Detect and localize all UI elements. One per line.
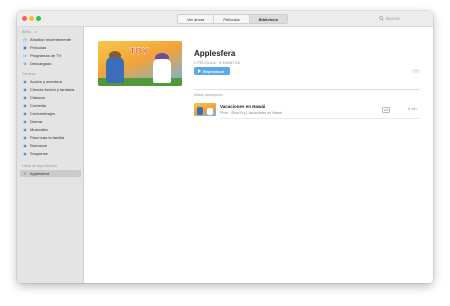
playlist-artwork: TOY — [98, 41, 182, 86]
app-window: Ver ahora Películas Biblioteca Buscar Bi… — [17, 11, 433, 283]
sidebar-section-playlists: Listas de reproducción — [22, 164, 58, 168]
tab-movies[interactable]: Películas — [214, 15, 250, 23]
add-description[interactable]: Añadir descripción — [194, 93, 223, 97]
sidebar-item-label: Acción y aventura — [30, 79, 62, 84]
tab-watch-now[interactable]: Ver ahora — [178, 15, 215, 23]
main-content: TOY Applesfera 1 PELÍCULA · 6 MINUTOS Re… — [84, 27, 433, 283]
divider — [194, 89, 420, 90]
sidebar-section-library[interactable]: Biblio... ∨ — [22, 30, 37, 34]
genre-icon: ◉ — [23, 86, 27, 92]
sidebar-item-label: Musicales — [30, 127, 48, 132]
search-field[interactable]: Buscar — [377, 15, 427, 23]
download-icon: ⊕ — [23, 60, 27, 66]
sidebar-item-label: Applesfera — [30, 171, 50, 176]
minimize-window-button[interactable] — [29, 16, 34, 21]
sidebar-item-playlist-applesfera[interactable]: ≡ Applesfera — [20, 170, 81, 177]
sidebar-item-label: Drama — [30, 119, 43, 124]
more-options-button[interactable]: ··· — [412, 69, 420, 73]
sidebar-item-tv-shows[interactable]: ▭ Programas de TV — [20, 52, 81, 59]
titlebar: Ver ahora Películas Biblioteca Buscar — [17, 11, 433, 27]
genre-icon: ◉ — [23, 134, 27, 140]
genre-icon: ◉ — [23, 110, 27, 116]
hd-badge: HD — [382, 107, 391, 113]
page-title: Applesfera — [194, 49, 236, 58]
sidebar-item-label: Comedia — [30, 103, 47, 108]
sidebar-item-genre[interactable]: ◉ Drama — [20, 118, 81, 125]
view-switcher: Ver ahora Películas Biblioteca — [177, 14, 288, 24]
row-divider — [220, 118, 420, 119]
sidebar-item-label: Clásicos — [30, 95, 46, 100]
sidebar-item-genre[interactable]: ◉ Cortometrajes — [20, 110, 81, 117]
sidebar-item-genre[interactable]: ◉ Ciencia ficción y fantasía — [20, 86, 81, 93]
genre-icon: ◉ — [23, 94, 27, 100]
sidebar-item-genre[interactable]: ◉ Suspense — [20, 150, 81, 157]
movie-thumbnail — [194, 103, 216, 116]
movie-duration: 6 min — [408, 107, 417, 111]
sidebar-item-genre[interactable]: ◉ Acción y aventura — [20, 78, 81, 85]
sidebar-item-movies[interactable]: ▣ Películas — [20, 44, 81, 51]
film-icon: ▣ — [23, 44, 27, 50]
sidebar-section-genres: Géneros — [22, 72, 36, 76]
tab-library[interactable]: Biblioteca — [249, 15, 287, 23]
sidebar-item-genre[interactable]: ◉ Romance — [20, 142, 81, 149]
genre-icon: ◉ — [23, 142, 27, 148]
sidebar-item-recently-added[interactable]: ◷ Añadido recientemente — [20, 36, 81, 43]
sidebar-item-label: Romance — [30, 143, 48, 148]
tv-icon: ▭ — [23, 52, 27, 58]
sidebar-item-genre[interactable]: ◉ Para toda la familia — [20, 134, 81, 141]
sidebar-item-label: Descargado — [30, 61, 52, 66]
toy-story-logo: TOY — [130, 46, 149, 56]
clock-icon: ◷ — [23, 36, 27, 42]
search-placeholder: Buscar — [386, 16, 401, 21]
genre-icon: ◉ — [23, 126, 27, 132]
sidebar-item-label: Suspense — [30, 151, 48, 156]
sidebar-item-genre[interactable]: ◉ Musicales — [20, 126, 81, 133]
close-window-button[interactable] — [22, 16, 27, 21]
genre-icon: ◉ — [23, 78, 27, 84]
movie-subtitle: Pixar · Short Fry | Vacaciones en Hawái — [220, 111, 282, 115]
sidebar: Biblio... ∨ ◷ Añadido recientemente ▣ Pe… — [17, 27, 84, 283]
sidebar-item-genre[interactable]: ◉ Comedia — [20, 102, 81, 109]
genre-icon: ◉ — [23, 102, 27, 108]
sidebar-item-label: Programas de TV — [30, 53, 62, 58]
sidebar-item-downloaded[interactable]: ⊕ Descargado — [20, 60, 81, 67]
sidebar-item-label: Para toda la familia — [30, 135, 65, 140]
play-icon — [198, 69, 201, 73]
playlist-meta: 1 PELÍCULA · 6 MINUTOS — [194, 61, 241, 65]
play-button-label: Reproducir — [203, 68, 225, 74]
sidebar-item-label: Añadido recientemente — [30, 37, 72, 42]
sidebar-item-label: Cortometrajes — [30, 111, 56, 116]
search-icon — [379, 16, 384, 21]
genre-icon: ◉ — [23, 150, 27, 156]
playlist-icon: ≡ — [23, 170, 27, 176]
play-button[interactable]: Reproducir — [194, 67, 230, 75]
zoom-window-button[interactable] — [36, 16, 41, 21]
movie-title: Vacaciones en Hawái — [220, 104, 266, 109]
svg-text:TOY: TOY — [130, 46, 148, 56]
table-row[interactable]: Vacaciones en Hawái Pixar · Short Fry | … — [194, 103, 420, 117]
sidebar-item-genre[interactable]: ◉ Clásicos — [20, 94, 81, 101]
genre-icon: ◉ — [23, 118, 27, 124]
sidebar-item-label: Ciencia ficción y fantasía — [30, 87, 75, 92]
sidebar-item-label: Películas — [30, 45, 47, 50]
